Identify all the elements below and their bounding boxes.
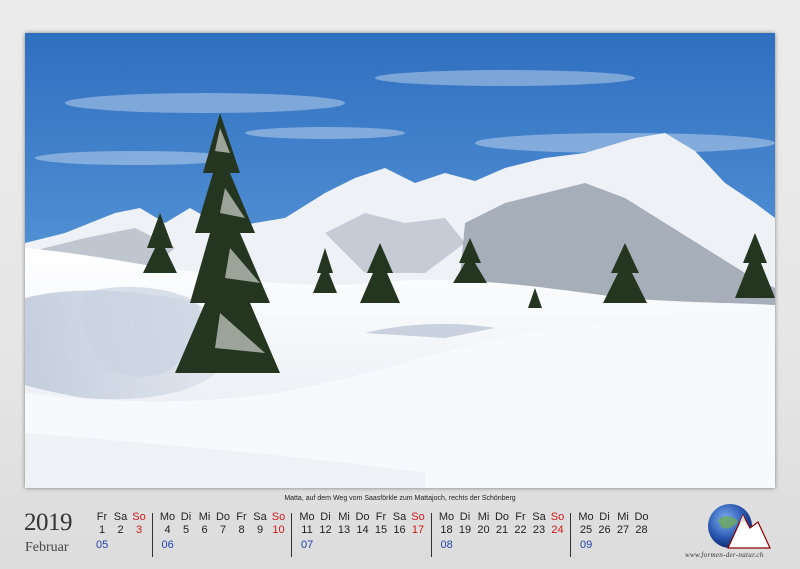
weekday-name: Mi	[477, 511, 490, 523]
weekday-name: So	[132, 511, 146, 523]
calendar-month: Februar	[25, 540, 69, 555]
weekday-name: Mi	[338, 511, 350, 523]
day-number: 16	[393, 524, 406, 536]
weekday-name: Di	[320, 511, 331, 523]
day-number: 5	[182, 524, 190, 536]
weekday-name: Do	[494, 511, 510, 523]
weekday-name: Mo	[159, 511, 176, 523]
weekday-name: Di	[459, 511, 471, 523]
week-number: 09	[580, 539, 593, 551]
day-number: 4	[164, 524, 171, 536]
day-number: 24	[551, 524, 564, 536]
day-number: 11	[301, 524, 313, 536]
weekday-name: Mi	[198, 511, 211, 523]
day-number: 2	[117, 524, 124, 536]
day-number: 8	[238, 524, 245, 536]
day-number: 22	[514, 524, 527, 536]
day-number: 28	[635, 524, 648, 536]
weekday-name: So	[271, 511, 286, 523]
weekday-name: Fr	[236, 511, 247, 523]
weekday-name: So	[550, 511, 565, 523]
day-number: 21	[495, 524, 509, 536]
day-number: 1	[98, 524, 106, 536]
day-number: 13	[337, 524, 351, 536]
weekday-name: Sa	[113, 511, 128, 523]
weekday-name: Sa	[532, 511, 546, 523]
day-number: 17	[411, 524, 425, 536]
weekday-name: Sa	[253, 511, 267, 523]
weekday-name: Do	[355, 511, 370, 523]
day-number: 27	[616, 524, 630, 536]
weekday-name: Do	[215, 511, 231, 523]
weekday-name: Di	[180, 511, 192, 523]
weekday-name: Mo	[438, 511, 455, 523]
day-number: 6	[201, 524, 208, 536]
weekday-name: So	[411, 511, 425, 523]
day-number: 25	[579, 524, 593, 536]
day-number: 19	[458, 524, 472, 536]
calendar-photo	[25, 33, 775, 488]
week-number: 07	[301, 539, 314, 551]
day-number: 7	[219, 524, 227, 536]
weekday-name: Mo	[578, 511, 594, 523]
day-number: 26	[598, 524, 611, 536]
calendar-year: 2019	[24, 509, 73, 536]
day-number: 15	[374, 524, 388, 536]
weekday-name: Mo	[299, 511, 315, 523]
logo-url: www.formen-der-natur.ch	[685, 551, 764, 559]
weekday-name: Sa	[392, 511, 407, 523]
day-number: 10	[272, 524, 285, 536]
week-separator	[291, 513, 292, 557]
weekday-name: Fr	[515, 511, 526, 523]
week-separator	[430, 513, 432, 557]
week-number: 05	[96, 539, 109, 551]
weekday-name: Mi	[617, 511, 629, 523]
weekday-name: Fr	[375, 511, 387, 523]
day-number: 9	[256, 524, 264, 536]
day-number: 14	[356, 524, 369, 536]
week-separator	[151, 513, 153, 557]
day-number: 23	[532, 524, 546, 536]
day-number: 18	[440, 524, 453, 536]
day-number: 20	[477, 524, 490, 536]
week-number: 06	[161, 539, 174, 551]
photo-caption: Matta, auf dem Weg vom Saasförkle zum Ma…	[284, 495, 516, 502]
week-separator	[570, 513, 571, 557]
weekday-name: Di	[599, 511, 610, 523]
weekday-name: Fr	[96, 511, 108, 523]
weekday-name: Do	[634, 511, 649, 523]
day-number: 12	[319, 524, 332, 536]
day-number: 3	[135, 524, 143, 536]
week-number: 08	[440, 539, 453, 551]
